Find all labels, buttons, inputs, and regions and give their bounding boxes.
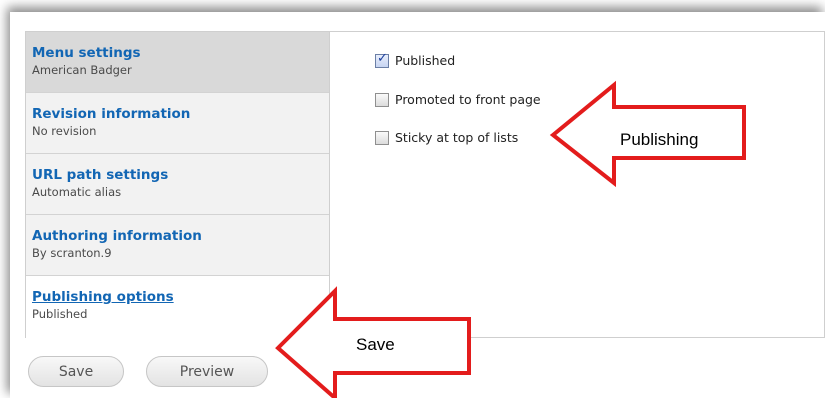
sticky-option[interactable]: Sticky at top of lists [375, 130, 518, 145]
tab-summary: By scranton.9 [32, 246, 112, 260]
checkbox-label[interactable]: Sticky at top of lists [395, 130, 518, 145]
tab-title[interactable]: Menu settings [32, 45, 329, 62]
tab-title[interactable]: Revision information [32, 106, 329, 123]
promoted-checkbox[interactable] [375, 92, 389, 107]
checkbox-label[interactable]: Promoted to front page [395, 92, 541, 107]
promoted-option[interactable]: Promoted to front page [375, 92, 541, 107]
tab-url-path-settings[interactable]: URL path settings Automatic alias [26, 154, 329, 215]
checkmark-icon: ✓ [377, 50, 388, 66]
checkbox-label[interactable]: Published [395, 53, 455, 68]
sticky-checkbox[interactable] [375, 130, 389, 145]
tab-summary: No revision [32, 124, 97, 138]
published-checkbox[interactable]: ✓ [375, 50, 389, 68]
tab-menu-settings[interactable]: Menu settings American Badger [26, 32, 329, 93]
tab-authoring-information[interactable]: Authoring information By scranton.9 [26, 215, 329, 276]
published-option[interactable]: ✓ Published [375, 50, 455, 68]
publishing-callout-label: Publishing [620, 130, 699, 149]
tab-title[interactable]: URL path settings [32, 167, 329, 184]
tab-title[interactable]: Authoring information [32, 228, 329, 245]
tab-summary: Automatic alias [32, 185, 122, 199]
save-button[interactable]: Save [28, 356, 124, 387]
tab-summary: American Badger [32, 63, 132, 77]
save-callout-label: Save [356, 335, 395, 354]
tab-revision-information[interactable]: Revision information No revision [26, 93, 329, 154]
preview-button[interactable]: Preview [146, 356, 268, 387]
